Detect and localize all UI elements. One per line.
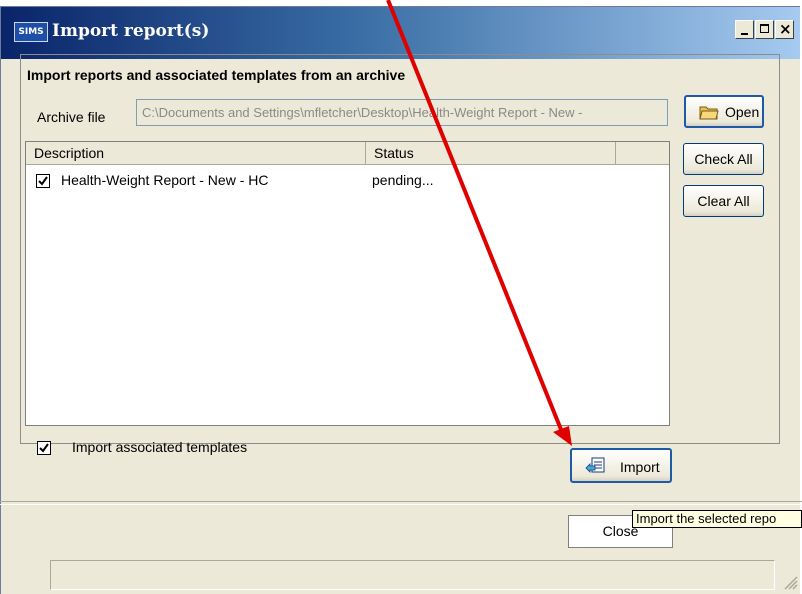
size-grip-icon[interactable] xyxy=(780,572,798,590)
open-button[interactable]: Open xyxy=(684,95,764,128)
import-button-label: Import xyxy=(620,459,660,475)
column-header-description[interactable]: Description xyxy=(26,142,366,164)
row-status: pending... xyxy=(372,172,434,188)
row-description: Health-Weight Report - New - HC xyxy=(61,172,269,188)
reports-list[interactable]: Description Status Health-Weight Report … xyxy=(25,141,670,426)
import-templates-checkbox[interactable] xyxy=(37,441,51,455)
status-bar xyxy=(50,560,775,590)
group-title: Import reports and associated templates … xyxy=(27,67,406,83)
clear-all-button[interactable]: Clear All xyxy=(683,185,764,217)
import-tooltip: Import the selected repo xyxy=(632,510,802,528)
checkbox-checked-icon xyxy=(39,443,49,453)
window-title: Import report(s) xyxy=(52,21,210,41)
checkbox-checked-icon xyxy=(38,176,48,186)
separator xyxy=(0,501,802,505)
minimize-icon xyxy=(741,33,748,35)
column-header-extra[interactable] xyxy=(616,142,669,164)
maximize-icon xyxy=(760,24,769,33)
maximize-button[interactable] xyxy=(755,20,774,39)
list-item[interactable]: Health-Weight Report - New - HC pending.… xyxy=(26,169,669,193)
close-window-button[interactable]: × xyxy=(775,20,794,39)
archive-file-field: C:\Documents and Settings\mfletcher\Desk… xyxy=(136,99,668,126)
open-folder-icon xyxy=(699,106,719,120)
import-templates-label: Import associated templates xyxy=(72,439,248,455)
sims-logo-icon: SIMS xyxy=(14,22,48,42)
import-button[interactable]: Import xyxy=(570,448,672,483)
title-bar[interactable]: SIMS Import report(s) × xyxy=(1,7,800,59)
list-header: Description Status xyxy=(26,142,669,165)
open-button-label: Open xyxy=(725,104,760,120)
close-icon: × xyxy=(779,20,792,38)
minimize-button[interactable] xyxy=(735,20,754,39)
row-checkbox[interactable] xyxy=(36,174,50,188)
import-icon xyxy=(585,457,605,473)
archive-file-label: Archive file xyxy=(37,109,106,125)
check-all-button[interactable]: Check All xyxy=(683,143,764,175)
column-header-status[interactable]: Status xyxy=(366,142,616,164)
